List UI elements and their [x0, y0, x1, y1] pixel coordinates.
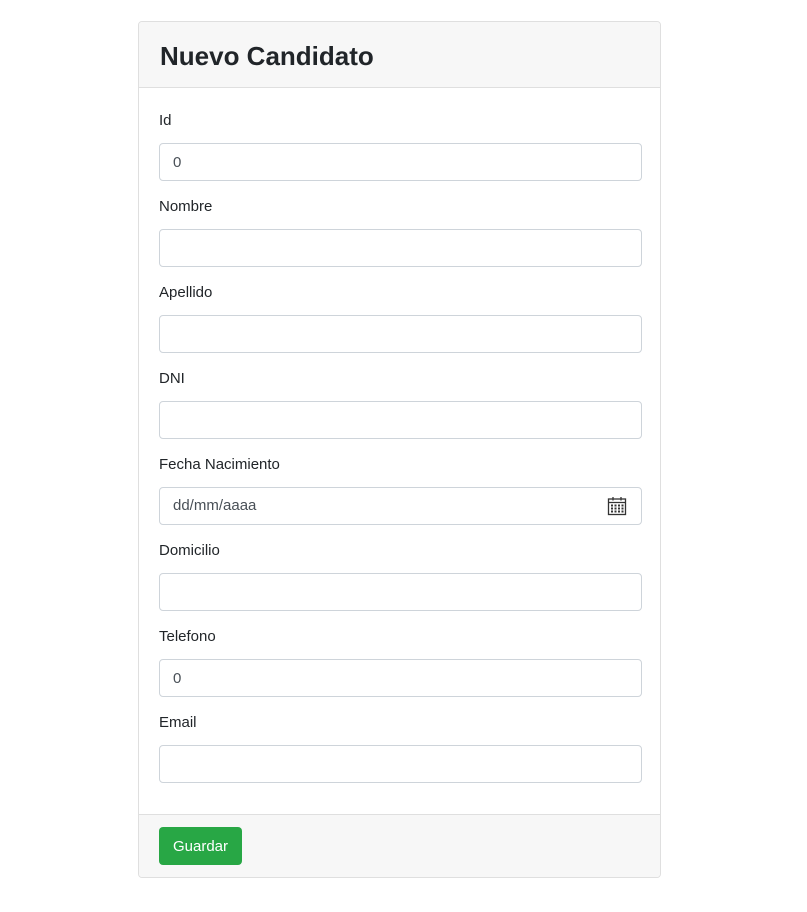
telefono-input[interactable]: [159, 659, 642, 697]
field-fecha-nacimiento: Fecha Nacimiento dd/mm/aaaa: [159, 455, 642, 525]
nombre-label: Nombre: [159, 198, 213, 215]
card-footer: Guardar: [139, 814, 660, 877]
field-telefono: Telefono: [159, 627, 642, 697]
fecha-nacimiento-input[interactable]: dd/mm/aaaa: [159, 487, 642, 525]
page-title: Nuevo Candidato: [160, 40, 374, 71]
form-body: Id Nombre Apellido DNI Fecha Nacimiento …: [139, 88, 660, 816]
save-button[interactable]: Guardar: [159, 827, 242, 865]
field-id: Id: [159, 111, 642, 181]
card-header: Nuevo Candidato: [139, 22, 660, 88]
id-label: Id: [159, 112, 172, 129]
telefono-label: Telefono: [159, 628, 216, 645]
calendar-icon[interactable]: [607, 496, 627, 516]
field-domicilio: Domicilio: [159, 541, 642, 611]
apellido-label: Apellido: [159, 284, 213, 301]
email-label: Email: [159, 714, 197, 731]
fecha-nacimiento-label: Fecha Nacimiento: [159, 456, 280, 473]
dni-label: DNI: [159, 370, 185, 387]
dni-input[interactable]: [159, 401, 642, 439]
nombre-input[interactable]: [159, 229, 642, 267]
field-dni: DNI: [159, 369, 642, 439]
field-apellido: Apellido: [159, 283, 642, 353]
candidate-form-card: Nuevo Candidato Id Nombre Apellido DNI F…: [138, 21, 661, 878]
date-placeholder: dd/mm/aaaa: [173, 497, 257, 514]
email-input[interactable]: [159, 745, 642, 783]
id-input[interactable]: [159, 143, 642, 181]
domicilio-input[interactable]: [159, 573, 642, 611]
field-email: Email: [159, 713, 642, 783]
field-nombre: Nombre: [159, 197, 642, 267]
apellido-input[interactable]: [159, 315, 642, 353]
domicilio-label: Domicilio: [159, 542, 220, 559]
